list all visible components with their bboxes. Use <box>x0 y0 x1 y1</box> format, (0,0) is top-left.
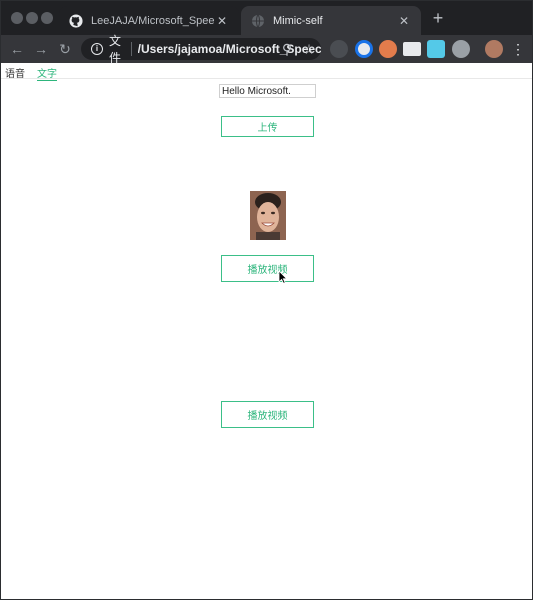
reload-icon[interactable]: ↻ <box>55 39 75 59</box>
close-tab-icon[interactable]: ✕ <box>397 14 411 28</box>
close-tab-icon[interactable]: ✕ <box>215 14 229 28</box>
tab-strip: LeeJAJA/Microsoft_Speech_API ✕ Mimic-sel… <box>1 1 532 35</box>
play-video-button-2[interactable]: 播放视频 <box>221 401 314 428</box>
text-input[interactable] <box>219 84 316 98</box>
info-icon[interactable]: i <box>91 43 103 55</box>
minimize-window-button[interactable] <box>26 12 38 24</box>
scheme-label: 文件 <box>109 34 122 65</box>
extension-elephant-icon[interactable] <box>330 40 348 58</box>
extension-owl-icon[interactable] <box>379 40 397 58</box>
browser-toolbar: ← → ↻ i 文件 /Users/jajamoa/Microsoft_Spee… <box>1 34 532 65</box>
play-video-button[interactable]: 播放视频 <box>221 255 314 282</box>
extension-1password-icon[interactable] <box>355 40 373 58</box>
new-tab-button[interactable]: + <box>429 9 447 27</box>
tab-title: Mimic-self <box>273 14 323 27</box>
bookmark-star-icon[interactable]: ☆ <box>299 39 319 59</box>
zoom-icon[interactable]: ⚲ <box>277 39 297 59</box>
tab-mimic-self[interactable]: Mimic-self ✕ <box>241 6 421 35</box>
browser-window: LeeJAJA/Microsoft_Speech_API ✕ Mimic-sel… <box>0 0 533 600</box>
avatar[interactable] <box>485 40 503 58</box>
divider <box>130 42 132 56</box>
close-window-button[interactable] <box>11 12 23 24</box>
forward-icon[interactable]: → <box>31 39 51 59</box>
maximize-window-button[interactable] <box>41 12 53 24</box>
nav-voice[interactable]: 语音 <box>5 65 25 80</box>
avatar-face-image <box>250 191 286 240</box>
mouse-cursor-icon <box>278 270 288 284</box>
extension-window-icon[interactable] <box>403 42 421 56</box>
nav-text[interactable]: 文字 <box>37 65 57 81</box>
extension-diamond-icon[interactable] <box>427 40 445 58</box>
tab-title: LeeJAJA/Microsoft_Speech_API <box>91 14 215 27</box>
back-icon[interactable]: ← <box>7 39 27 59</box>
extension-bolt-icon[interactable] <box>452 40 470 58</box>
tab-github[interactable]: LeeJAJA/Microsoft_Speech_API ✕ <box>59 6 239 35</box>
page-nav: 语音 文字 <box>1 63 532 81</box>
github-icon <box>69 13 83 28</box>
upload-button[interactable]: 上传 <box>221 116 314 137</box>
globe-icon <box>251 14 265 28</box>
menu-kebab-icon[interactable]: ⋮ <box>508 39 528 59</box>
